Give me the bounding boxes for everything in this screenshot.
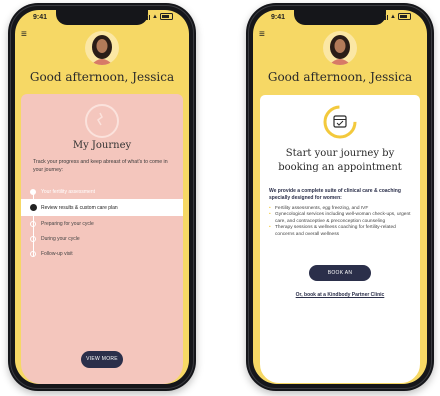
phone-left: 9:41 ▲ ≡ Good afternoon, Jessica My Jour… <box>8 3 196 391</box>
book-appointment-button[interactable]: BOOK AN APPOINTMENT <box>309 265 371 292</box>
step-dot-icon <box>30 204 37 211</box>
battery-icon <box>398 13 411 20</box>
booking-title-line1: Start your journey by <box>285 148 395 159</box>
journey-step[interactable]: Preparing for your cycle <box>21 216 183 231</box>
notch <box>56 10 148 25</box>
step-dot-icon <box>30 236 36 242</box>
step-label: Preparing for your cycle <box>41 220 94 227</box>
journey-step[interactable]: During your cycle <box>21 231 183 246</box>
avatar[interactable] <box>323 31 357 65</box>
avatar[interactable] <box>85 31 119 65</box>
step-label: Review results & custom care plan <box>41 204 118 211</box>
wifi-icon: ▲ <box>390 13 396 20</box>
booking-card: Start your journey by booking an appoint… <box>259 94 421 384</box>
journey-card: My Journey Track your progress and keep … <box>21 94 183 384</box>
partner-clinic-link[interactable]: Or, book at a Kindbody Partner Clinic <box>260 292 420 298</box>
calendar-icon <box>323 105 357 139</box>
services-list: Fertility assessments, egg freezing, and… <box>269 206 411 238</box>
journey-step[interactable]: Your fertility assessment <box>21 184 183 199</box>
step-label: During your cycle <box>41 235 80 242</box>
step-label: Your fertility assessment <box>41 188 96 195</box>
status-time: 9:41 <box>271 14 286 21</box>
step-label: Follow-up visit <box>41 250 73 257</box>
greeting: Good afternoon, Jessica <box>267 70 413 84</box>
wifi-icon: ▲ <box>152 13 158 20</box>
journey-step-active[interactable]: Review results & custom care plan <box>21 199 183 216</box>
booking-title: Start your journey by booking an appoint… <box>260 147 420 174</box>
step-dot-icon <box>30 189 36 195</box>
services-intro: We provide a complete suite of clinical … <box>269 188 401 201</box>
progress-ring-icon <box>85 104 119 138</box>
step-dot-icon <box>30 251 36 257</box>
screen-right: 9:41 ▲ ≡ Good afternoon, Jessica Start y… <box>253 10 427 384</box>
view-more-button[interactable]: VIEW MORE <box>81 351 123 368</box>
battery-icon <box>160 13 173 20</box>
hamburger-menu-icon[interactable]: ≡ <box>21 30 27 40</box>
list-item: Gynecological services including well-wo… <box>269 212 411 225</box>
journey-title: My Journey <box>72 140 132 151</box>
step-dot-icon <box>30 221 36 227</box>
list-item: Therapy sessions & wellness coaching for… <box>269 225 411 238</box>
booking-title-line2: booking an appointment <box>278 161 402 173</box>
journey-steps: Your fertility assessment Review results… <box>21 184 183 261</box>
notch <box>294 10 386 25</box>
journey-step[interactable]: Follow-up visit <box>21 246 183 261</box>
status-time: 9:41 <box>33 14 48 21</box>
screen-left: 9:41 ▲ ≡ Good afternoon, Jessica My Jour… <box>15 10 189 384</box>
hamburger-menu-icon[interactable]: ≡ <box>259 30 265 40</box>
journey-subtitle: Track your progress and keep abreast of … <box>33 159 168 173</box>
phone-right: 9:41 ▲ ≡ Good afternoon, Jessica Start y… <box>246 3 434 391</box>
greeting: Good afternoon, Jessica <box>29 70 175 84</box>
